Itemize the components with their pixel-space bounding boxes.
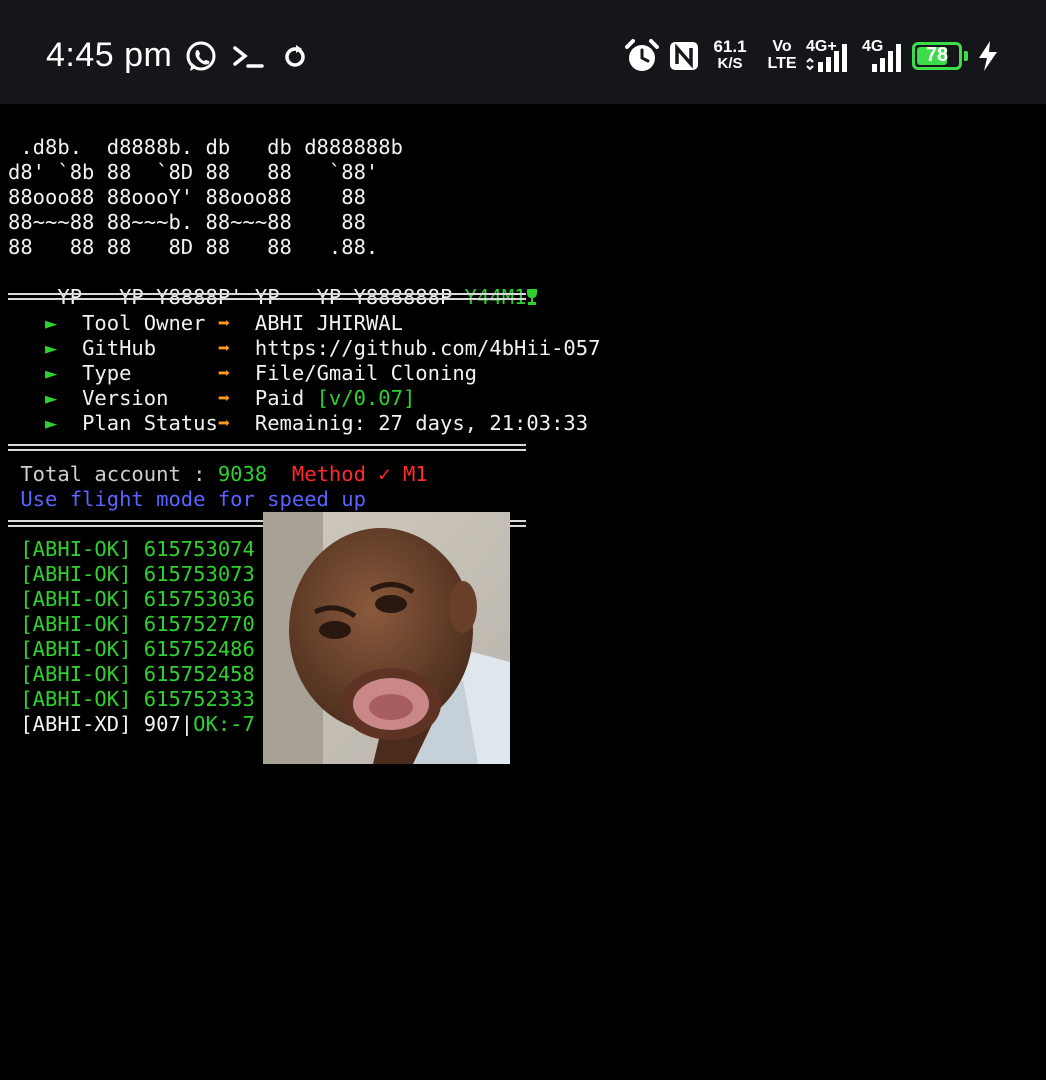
info-row: ► Tool Owner ➡ ABHI JHIRWAL bbox=[8, 311, 403, 336]
whatsapp-icon bbox=[186, 41, 216, 71]
signal-icon bbox=[806, 44, 847, 72]
info-label: Tool Owner bbox=[82, 311, 218, 335]
sim2-signal: 4G bbox=[860, 36, 908, 76]
network-speed: 61.1 K/S bbox=[708, 38, 752, 72]
alarm-icon bbox=[625, 39, 659, 71]
divider bbox=[8, 444, 526, 451]
ok-prefix: [ABHI-OK] bbox=[8, 662, 144, 686]
progress-ok: OK:-7 bbox=[193, 712, 255, 736]
info-row: ► GitHub ➡ https://github.com/4bHii-057 bbox=[8, 336, 600, 361]
method-label: Method ✓ M1 bbox=[267, 462, 428, 486]
total-value: 9038 bbox=[217, 462, 268, 486]
hint-text: Use flight mode for speed up bbox=[8, 487, 366, 511]
clock: 4:45 pm bbox=[46, 36, 173, 74]
summary-row: Total account : 9038 Method ✓ M1 bbox=[8, 462, 428, 487]
nfc-icon bbox=[670, 42, 698, 70]
result-row: [ABHI-OK] 615752770 bbox=[8, 612, 255, 637]
ok-id: 615752486 bbox=[143, 637, 255, 661]
banner-line: d8' `8b 88 `8D 88 88 `88' bbox=[8, 160, 379, 184]
battery-icon: 78 bbox=[912, 42, 962, 70]
ok-id: 615753074 bbox=[143, 537, 255, 561]
progress-prefix: [ABHI-XD] 907 bbox=[8, 712, 181, 736]
divider bbox=[8, 293, 526, 300]
bullet-icon: ► bbox=[45, 411, 58, 435]
info-value: ABHI JHIRWAL bbox=[254, 311, 403, 335]
terminal-screen[interactable]: .d8b. d8888b. db db d888888b d8' `8b 88 … bbox=[0, 104, 1046, 1080]
result-row: [ABHI-OK] 615752333 bbox=[8, 687, 255, 712]
banner-line: .d8b. d8888b. db db d888888b bbox=[8, 135, 403, 159]
arrow-icon: ➡ bbox=[217, 311, 231, 335]
arrow-icon: ➡ bbox=[217, 336, 231, 360]
ok-prefix: [ABHI-OK] bbox=[8, 537, 144, 561]
info-value: Remainig: 27 days, 21:03:33 bbox=[254, 411, 589, 435]
info-label: Version bbox=[82, 386, 218, 410]
volte-top: Vo bbox=[772, 38, 792, 55]
volte-bottom: LTE bbox=[767, 55, 797, 72]
result-row: [ABHI-OK] 615753074 bbox=[8, 537, 255, 562]
ok-id: 615753036 bbox=[143, 587, 255, 611]
ok-prefix: [ABHI-OK] bbox=[8, 612, 144, 636]
arrow-icon: ➡ bbox=[217, 386, 231, 410]
network-speed-unit: K/S bbox=[717, 55, 743, 72]
result-row: [ABHI-OK] 615752486 bbox=[8, 637, 255, 662]
sync-icon bbox=[285, 45, 305, 67]
progress-row: [ABHI-XD] 907|OK:-7 bbox=[8, 712, 255, 737]
ok-id: 615752458 bbox=[143, 662, 255, 686]
battery-nub bbox=[964, 51, 968, 61]
status-bar: 4:45 pm 61.1 K/S Vo LTE 4G+ 4G 78 bbox=[0, 0, 1046, 104]
meme-sticker-image bbox=[263, 512, 510, 764]
info-value: Paid bbox=[254, 386, 317, 410]
network-speed-value: 61.1 bbox=[713, 37, 747, 56]
banner-line: 88ooo88 88oooY' 88ooo88 88 bbox=[8, 185, 366, 209]
bullet-icon: ► bbox=[45, 336, 58, 360]
charging-icon bbox=[979, 41, 997, 71]
info-row: ► Type ➡ File/Gmail Cloning bbox=[8, 361, 477, 386]
banner-line: 88 88 88 8D 88 88 .88. bbox=[8, 235, 379, 259]
ok-prefix: [ABHI-OK] bbox=[8, 587, 144, 611]
bullet-icon: ► bbox=[45, 386, 58, 410]
ok-prefix: [ABHI-OK] bbox=[8, 562, 144, 586]
ok-id: 615752770 bbox=[143, 612, 255, 636]
meme-face-illustration bbox=[263, 512, 510, 764]
info-row: ► Version ➡ Paid [v/0.07] bbox=[8, 386, 415, 411]
result-row: [ABHI-OK] 615753036 bbox=[8, 587, 255, 612]
progress-separator: | bbox=[180, 712, 194, 736]
result-row: [ABHI-OK] 615753073 bbox=[8, 562, 255, 587]
info-label: Type bbox=[82, 361, 218, 385]
volte-indicator: Vo LTE bbox=[764, 38, 800, 72]
info-value: https://github.com/4bHii-057 bbox=[254, 336, 601, 360]
ok-prefix: [ABHI-OK] bbox=[8, 687, 144, 711]
result-row: [ABHI-OK] 615752458 bbox=[8, 662, 255, 687]
info-row: ► Plan Status➡ Remainig: 27 days, 21:03:… bbox=[8, 411, 588, 436]
trophy-icon bbox=[527, 289, 538, 305]
battery-level: 78 bbox=[925, 44, 949, 66]
ok-prefix: [ABHI-OK] bbox=[8, 637, 144, 661]
version-tag: [v/0.07] bbox=[316, 386, 416, 410]
arrow-icon: ➡ bbox=[217, 411, 231, 435]
ok-id: 615752333 bbox=[143, 687, 255, 711]
bullet-icon: ► bbox=[45, 361, 58, 385]
bullet-icon: ► bbox=[45, 311, 58, 335]
sim1-signal: 4G+ bbox=[804, 36, 856, 76]
banner-line: 88~~~88 88~~~b. 88~~~88 88 bbox=[8, 210, 366, 234]
banner-line: YP YP Y8888P' YP YP Y888888P Y44M1 bbox=[8, 260, 538, 309]
info-label: Plan Status bbox=[82, 411, 218, 435]
signal-icon bbox=[872, 44, 901, 72]
total-label: Total account : bbox=[8, 462, 218, 486]
info-value: File/Gmail Cloning bbox=[254, 361, 478, 385]
info-label: GitHub bbox=[82, 336, 218, 360]
ok-id: 615753073 bbox=[143, 562, 255, 586]
arrow-icon: ➡ bbox=[217, 361, 231, 385]
terminal-icon bbox=[233, 46, 264, 68]
